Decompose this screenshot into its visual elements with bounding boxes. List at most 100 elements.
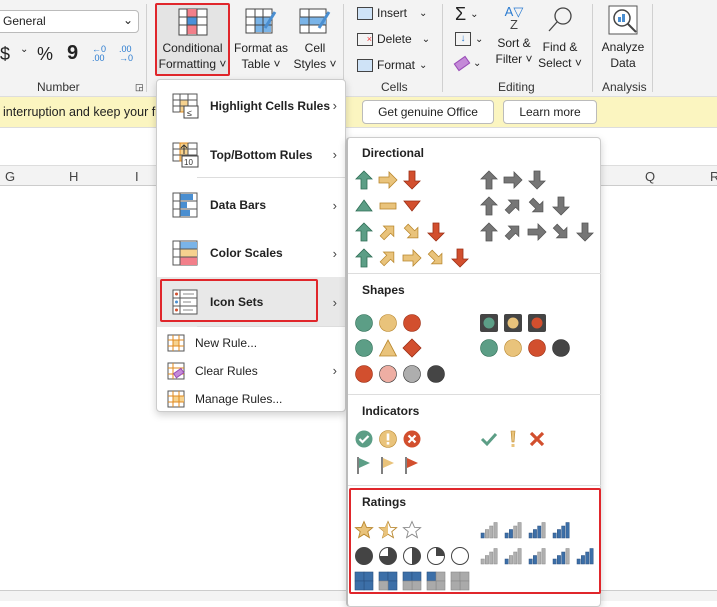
chevron-down-icon: ⌄ xyxy=(419,7,428,19)
cell-styles-label-2: Styles ˅ xyxy=(293,57,337,71)
icon-set-shapes-5[interactable] xyxy=(354,364,446,384)
icon-set-shapes-2[interactable] xyxy=(479,313,547,333)
downright-icon xyxy=(426,248,446,268)
decrease-decimal-button[interactable]: .00 →0 xyxy=(119,45,139,63)
circle-icon xyxy=(378,313,398,333)
downright-icon xyxy=(527,196,547,216)
format-as-table-label-2: Table ˅ xyxy=(241,57,281,71)
currency-button[interactable]: $ xyxy=(0,44,10,65)
section-separator xyxy=(348,394,601,395)
svg-text:10: 10 xyxy=(184,158,193,167)
right-icon xyxy=(402,248,422,268)
analyze-data-button[interactable]: Analyze Data xyxy=(598,5,648,71)
number-format-dropdown[interactable]: General ⌄ xyxy=(0,10,139,33)
menu-item-label: Top/Bottom Rules xyxy=(210,147,313,162)
chevron-right-icon: › xyxy=(332,245,337,261)
up-icon xyxy=(479,170,499,190)
fill-down-icon: ↓ xyxy=(455,32,471,46)
dash-icon xyxy=(378,196,398,216)
cell-styles-button[interactable]: Cell Styles ˅ xyxy=(292,5,338,72)
tri-down-icon xyxy=(402,196,422,216)
column-header-r[interactable]: R xyxy=(710,169,717,184)
excl-icon xyxy=(503,429,523,449)
menu-item-label: Highlight Cells Rules xyxy=(210,98,331,113)
sort-filter-icon: A▽ Z xyxy=(504,4,524,32)
column-header-i[interactable]: I xyxy=(135,169,139,184)
chevron-down-icon[interactable]: ⌄ xyxy=(20,44,28,55)
sort-filter-label-2: Filter ˅ xyxy=(495,52,533,66)
conditional-formatting-button[interactable]: Conditional Formatting ˅ xyxy=(155,3,230,76)
icon-set-directional-2[interactable] xyxy=(479,170,547,190)
down-icon xyxy=(426,222,446,242)
icon-set-directional-6[interactable] xyxy=(479,222,595,242)
group-label-cells: Cells xyxy=(381,80,408,94)
sort-filter-label-1: Sort & xyxy=(497,36,531,50)
check-circle-icon xyxy=(354,429,374,449)
up-icon xyxy=(354,170,374,190)
icon-set-indicators-2[interactable] xyxy=(479,429,547,449)
x-circle-icon xyxy=(402,429,422,449)
sort-filter-button[interactable]: A▽ Z Sort & Filter ˅ xyxy=(492,5,536,67)
icon-set-directional-4[interactable] xyxy=(479,196,571,216)
highlight-cells-icon: ≤ xyxy=(171,91,201,121)
icon-set-shapes-4[interactable] xyxy=(479,338,571,358)
get-genuine-office-button[interactable]: Get genuine Office xyxy=(362,100,494,124)
icon-set-shapes-3[interactable] xyxy=(354,338,422,358)
icon-sets-submenu: Directional Shapes Indicators Ratings xyxy=(346,137,601,607)
icon-set-indicators-1[interactable] xyxy=(354,429,422,449)
menu-item-highlight-cells-rules[interactable]: ≤ Highlight Cells Rules › xyxy=(157,81,345,130)
message-bar: interruption and keep your fil Get genui… xyxy=(0,97,717,128)
light-icon xyxy=(479,313,499,333)
chevron-down-icon: ⌄ xyxy=(419,59,428,71)
icon-set-indicators-3[interactable] xyxy=(354,455,422,475)
section-separator xyxy=(348,485,601,486)
delete-button[interactable]: × Delete ⌄ xyxy=(357,32,430,46)
format-as-table-label-1: Format as xyxy=(233,41,288,55)
icon-set-directional-7[interactable] xyxy=(354,248,470,268)
analyze-data-label-1: Analyze xyxy=(601,40,645,54)
autosum-button[interactable]: Σ ⌄ xyxy=(455,4,479,25)
fill-button[interactable]: ↓ ⌄ xyxy=(455,32,483,46)
icon-set-shapes-1[interactable] xyxy=(354,313,422,333)
chevron-right-icon: › xyxy=(332,363,337,378)
menu-item-color-scales[interactable]: Color Scales › xyxy=(157,229,345,277)
column-header-g[interactable]: G xyxy=(5,169,15,184)
top-bottom-icon: 10 xyxy=(171,140,201,170)
number-format-value: General xyxy=(3,14,46,28)
menu-item-manage-rules[interactable]: Manage Rules... xyxy=(157,385,345,413)
comma-button[interactable]: 9 xyxy=(67,42,78,65)
menu-item-clear-rules[interactable]: Clear Rules › xyxy=(157,356,345,385)
menu-item-top-bottom-rules[interactable]: 10 Top/Bottom Rules › xyxy=(157,130,345,179)
section-header-directional: Directional xyxy=(362,146,425,160)
learn-more-button[interactable]: Learn more xyxy=(503,100,597,124)
flag-icon xyxy=(354,455,374,475)
format-as-table-button[interactable]: Format as Table ˅ xyxy=(232,5,290,72)
group-label-number: Number xyxy=(37,80,80,94)
divider xyxy=(442,4,443,92)
downright-icon xyxy=(551,222,571,242)
menu-item-data-bars[interactable]: Data Bars › xyxy=(157,181,345,229)
circle-icon xyxy=(402,313,422,333)
find-select-label-1: Find & xyxy=(542,40,578,54)
column-header-q[interactable]: Q xyxy=(645,169,655,184)
upright-icon xyxy=(503,222,523,242)
column-header-h[interactable]: H xyxy=(69,169,78,184)
find-select-button[interactable]: Find & Select ˅ xyxy=(537,5,583,71)
icon-set-directional-1[interactable] xyxy=(354,170,422,190)
percent-button[interactable]: % xyxy=(37,44,53,65)
icon-set-directional-5[interactable] xyxy=(354,222,446,242)
right-icon xyxy=(503,170,523,190)
section-header-indicators: Indicators xyxy=(362,404,420,418)
dialog-launcher-icon[interactable]: ◲ xyxy=(135,82,144,93)
message-text: interruption and keep your fil xyxy=(3,105,161,119)
clear-button[interactable]: ⌄ xyxy=(453,55,481,72)
magnifier-icon xyxy=(548,7,572,32)
light-icon xyxy=(503,313,523,333)
format-button[interactable]: Format ⌄ xyxy=(357,58,427,72)
icon-set-directional-3[interactable] xyxy=(354,196,422,216)
circle-icon xyxy=(503,338,523,358)
excl-circle-icon xyxy=(378,429,398,449)
increase-decimal-button[interactable]: ←0 .00 xyxy=(92,45,112,63)
insert-button[interactable]: Insert ⌄ xyxy=(357,6,427,20)
menu-item-new-rule[interactable]: New Rule... xyxy=(157,330,345,356)
